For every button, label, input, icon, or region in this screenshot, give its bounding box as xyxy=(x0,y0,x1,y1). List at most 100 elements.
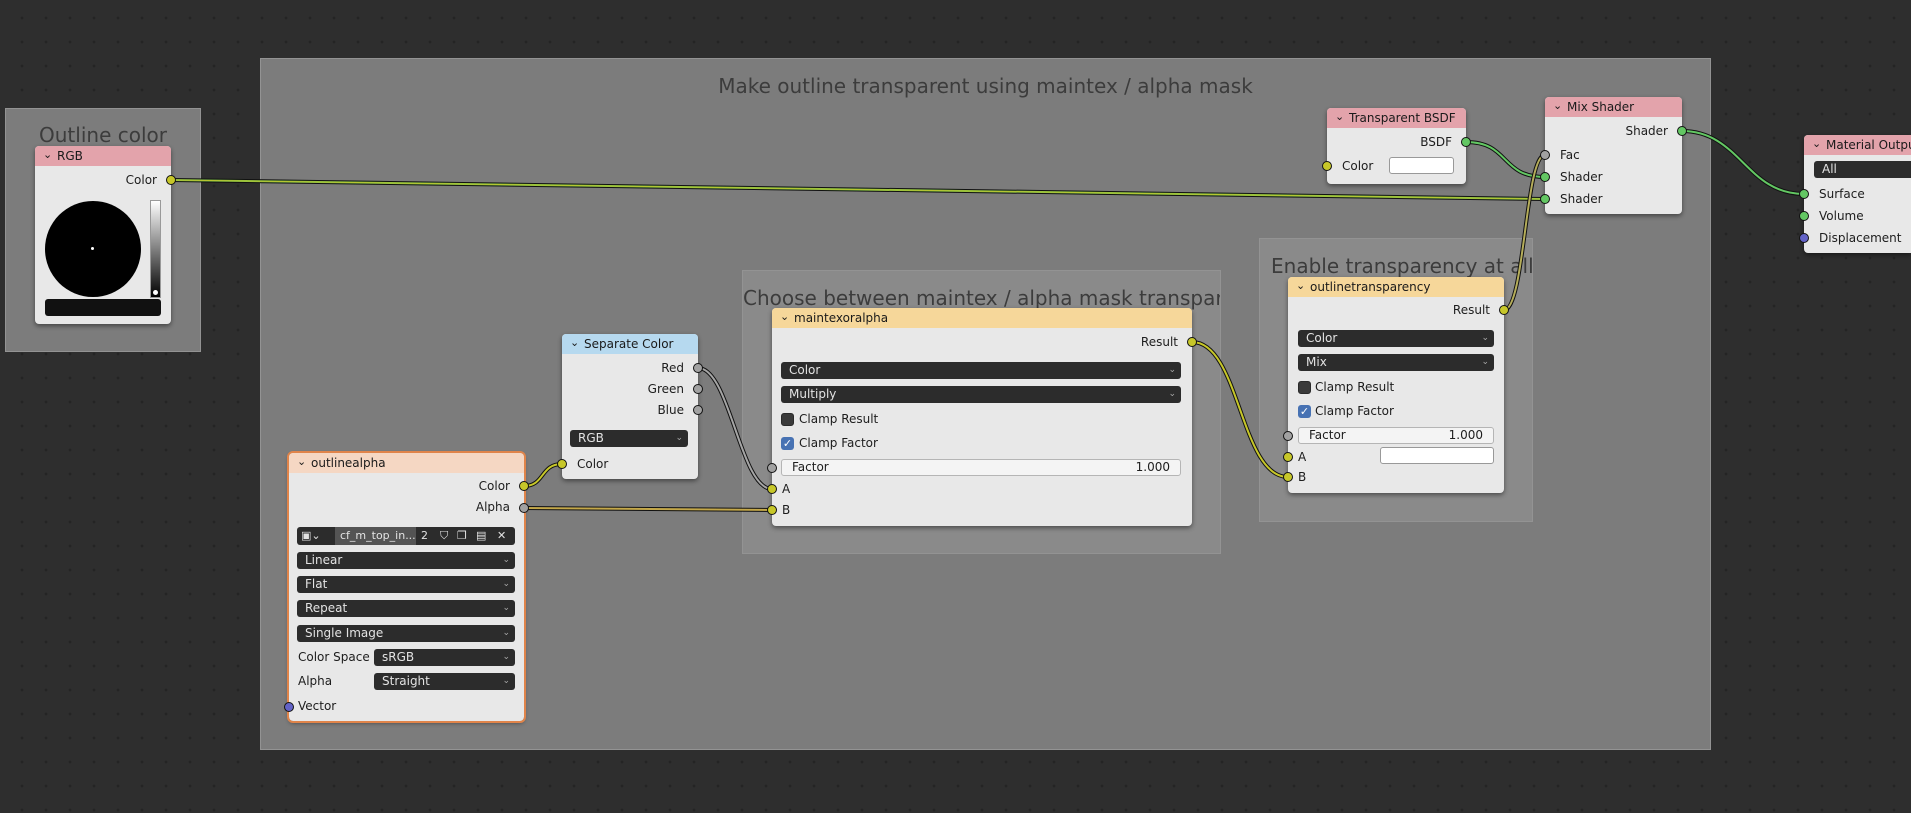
data-type-dropdown[interactable]: Color ⌄ xyxy=(781,362,1181,379)
node-header[interactable]: ⌄ outlinealpha xyxy=(289,453,524,473)
color-wheel-cursor[interactable] xyxy=(91,247,94,250)
chevron-down-icon[interactable]: ⌄ xyxy=(1296,277,1305,296)
image-selector[interactable]: ▣⌄ cf_m_top_in... 2 ⛉ ❐ ▤ ✕ xyxy=(297,527,515,545)
node-mix-shader[interactable]: ⌄ Mix Shader Shader Fac Shader Shader xyxy=(1540,97,1687,214)
chevron-down-icon: ⌄ xyxy=(502,628,510,638)
node-header[interactable]: ⌄ Transparent BSDF xyxy=(1327,108,1466,128)
input-label: A xyxy=(1298,450,1307,464)
target-dropdown[interactable]: All xyxy=(1814,161,1911,178)
input-socket-volume[interactable] xyxy=(1799,211,1809,221)
output-label: BSDF xyxy=(1420,135,1452,149)
factor-field[interactable]: Factor 1.000 xyxy=(1298,427,1494,444)
chevron-down-icon[interactable]: ⌄ xyxy=(43,146,52,165)
input-socket-color[interactable] xyxy=(557,459,567,469)
node-title: maintexoralpha xyxy=(794,311,889,325)
input-label: Color xyxy=(1342,159,1374,173)
duplicate-icon[interactable]: ❐ xyxy=(457,527,467,545)
projection-dropdown[interactable]: Flat ⌄ xyxy=(297,576,515,593)
input-socket-b[interactable] xyxy=(1283,472,1293,482)
clamp-result-checkbox[interactable] xyxy=(1298,381,1311,394)
input-socket-factor[interactable] xyxy=(1283,431,1293,441)
chevron-down-icon[interactable]: ⌄ xyxy=(1553,97,1562,116)
input-socket-shader-1[interactable] xyxy=(1540,172,1550,182)
data-type-dropdown[interactable]: Color ⌄ xyxy=(1298,330,1494,347)
extension-dropdown[interactable]: Repeat ⌄ xyxy=(297,600,515,617)
input-socket-color[interactable] xyxy=(1322,161,1332,171)
output-socket-result[interactable] xyxy=(1499,305,1509,315)
output-socket-bsdf[interactable] xyxy=(1461,137,1471,147)
output-socket-result[interactable] xyxy=(1187,337,1197,347)
close-icon[interactable]: ✕ xyxy=(497,527,506,545)
chevron-down-icon[interactable]: ⌄ xyxy=(297,453,306,472)
color-space-label: Color Space xyxy=(298,650,370,664)
color-field[interactable] xyxy=(1389,157,1454,174)
chevron-down-icon[interactable]: ⌄ xyxy=(780,308,789,327)
input-label: Color xyxy=(577,457,609,471)
node-header[interactable]: ⌄ Material Output xyxy=(1804,135,1911,155)
input-socket-shader-2[interactable] xyxy=(1540,194,1550,204)
color-wheel[interactable] xyxy=(45,201,141,297)
input-label: B xyxy=(782,503,791,517)
chevron-down-icon[interactable]: ⌄ xyxy=(1335,108,1344,127)
alpha-mode-dropdown[interactable]: Straight ⌄ xyxy=(374,673,515,690)
node-header[interactable]: ⌄ Separate Color xyxy=(562,334,698,354)
node-transparent-bsdf[interactable]: ⌄ Transparent BSDF BSDF Color xyxy=(1322,108,1471,184)
input-socket-a[interactable] xyxy=(1283,452,1293,462)
input-label: Surface xyxy=(1819,187,1865,201)
checkbox-label: Clamp Result xyxy=(1315,380,1395,394)
output-socket-red[interactable] xyxy=(693,363,703,373)
chevron-down-icon: ⌄ xyxy=(1481,357,1489,367)
input-socket-factor[interactable] xyxy=(767,463,777,473)
blend-mode-dropdown[interactable]: Multiply ⌄ xyxy=(781,386,1181,403)
color-space-dropdown[interactable]: sRGB ⌄ xyxy=(374,649,515,666)
chevron-down-icon: ⌄ xyxy=(502,555,510,565)
input-socket-vector[interactable] xyxy=(284,702,294,712)
input-socket-fac[interactable] xyxy=(1540,150,1550,160)
chevron-down-icon[interactable]: ⌄ xyxy=(570,334,579,353)
node-title: RGB xyxy=(57,149,83,163)
output-socket-color[interactable] xyxy=(519,481,529,491)
clamp-result-checkbox[interactable] xyxy=(781,413,794,426)
open-image-icon[interactable]: ▤ xyxy=(476,527,486,545)
node-header[interactable]: ⌄ Mix Shader xyxy=(1545,97,1682,117)
value-slider[interactable] xyxy=(150,200,161,298)
image-browse-icon[interactable]: ▣⌄ xyxy=(301,527,321,545)
output-socket-shader[interactable] xyxy=(1677,126,1687,136)
blend-mode-dropdown[interactable]: Mix ⌄ xyxy=(1298,354,1494,371)
output-label: Result xyxy=(1452,303,1490,317)
output-socket-alpha[interactable] xyxy=(519,503,529,513)
user-count[interactable]: 2 xyxy=(421,527,428,545)
color-swatch[interactable] xyxy=(45,299,161,316)
input-socket-surface[interactable] xyxy=(1799,189,1809,199)
input-socket-b[interactable] xyxy=(767,505,777,515)
interpolation-dropdown[interactable]: Linear ⌄ xyxy=(297,552,515,569)
node-image-texture-outlinealpha[interactable]: ⌄ outlinealpha Color Alpha ▣⌄ cf_m_top_i… xyxy=(284,451,529,723)
node-mix-outlinetransparency[interactable]: ⌄ outlinetransparency Result Color ⌄ Mix ⌄… xyxy=(1283,277,1509,493)
node-mix-maintexoralpha[interactable]: ⌄ maintexoralpha Result Color ⌄ Multiply ⌄… xyxy=(767,308,1197,526)
alpha-label: Alpha xyxy=(298,674,333,688)
image-name[interactable]: cf_m_top_in... xyxy=(335,527,416,545)
fake-user-shield-icon[interactable]: ⛉ xyxy=(440,527,448,545)
factor-field[interactable]: Factor 1.000 xyxy=(781,459,1181,476)
chevron-down-icon: ⌄ xyxy=(502,676,510,686)
node-header[interactable]: ⌄ maintexoralpha xyxy=(772,308,1192,328)
mode-dropdown[interactable]: RGB ⌄ xyxy=(570,430,688,447)
node-title: outlinetransparency xyxy=(1310,280,1431,294)
node-header[interactable]: ⌄ outlinetransparency xyxy=(1288,277,1504,297)
node-header[interactable]: ⌄ RGB xyxy=(35,146,171,166)
node-rgb[interactable]: ⌄ RGB Color xyxy=(35,146,176,324)
chevron-down-icon[interactable]: ⌄ xyxy=(1812,135,1821,154)
clamp-factor-checkbox[interactable]: ✓ xyxy=(1298,405,1311,418)
source-dropdown[interactable]: Single Image ⌄ xyxy=(297,625,515,642)
node-material-output[interactable]: ⌄ Material Output All Surface Volume Dis… xyxy=(1799,135,1911,253)
input-socket-a[interactable] xyxy=(767,484,777,494)
output-socket-color[interactable] xyxy=(166,175,176,185)
node-separate-color[interactable]: ⌄ Separate Color Red Green Blue RGB ⌄ Col… xyxy=(557,334,703,479)
clamp-factor-checkbox[interactable]: ✓ xyxy=(781,437,794,450)
output-socket-green[interactable] xyxy=(693,384,703,394)
output-socket-blue[interactable] xyxy=(693,405,703,415)
color-field-a[interactable] xyxy=(1380,447,1494,464)
output-label: Green xyxy=(647,382,684,396)
input-socket-displacement[interactable] xyxy=(1799,233,1809,243)
node-title: outlinealpha xyxy=(311,456,386,470)
